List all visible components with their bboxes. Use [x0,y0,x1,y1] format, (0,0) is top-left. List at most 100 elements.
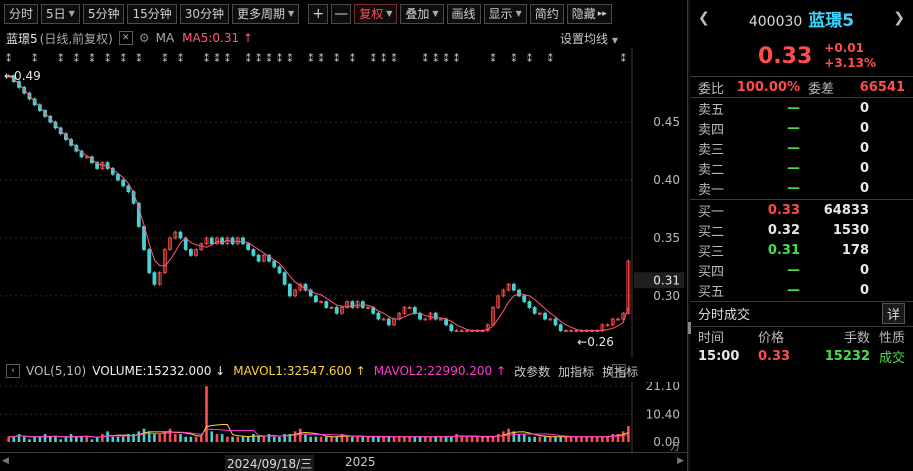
ma-settings-button[interactable]: 设置均线 ▼ [560,30,618,47]
volume-bar [554,436,557,442]
price-chart[interactable]: ⁑ ⁑ ⁑ ⁑ ⁑ ⁑ ⁑ ⁑ ⁑ ⁑ ⁑ ⁑ ⁑ ⁑ ⁑ ⁑ ⁑ ⁑ ⁑ ⁑ ⁑ ⁑ ⁑ ⁑ ⁑ ⁑ ⁑ ⁑ ⁑ ⁑ ⁑ ⁑ ⁑ ⁑ 0.450… [0,48,688,358]
bid-row: 买四 —0 [698,263,869,281]
chevron-down-icon: ▼ [611,35,618,45]
volume-bar [575,436,578,442]
event-marker-icon: ⁑ [89,52,94,65]
event-marker-icon: ⁑ [214,52,219,65]
volume-bar [590,436,594,442]
volume-bar [351,436,354,442]
bid-row: 买二 0.32 1530 [698,222,869,240]
close-icon[interactable]: ✕ [118,31,133,45]
fuquan-button[interactable]: 复权 ▼ [354,4,398,24]
ask-list: 卖五 —0 卖四 —0 卖三 —0 卖二 —0 卖一 —0 [690,98,913,199]
add-indicator-button[interactable]: 加指标 [558,363,594,380]
candle [386,318,391,326]
hide-button[interactable]: 隐藏 ▸▸ [566,4,612,24]
chevron-left-icon[interactable]: ❮ [698,10,710,26]
volume-bar [12,436,16,442]
volume-bar [38,436,42,442]
volume-bar [314,436,318,442]
chevron-right-icon[interactable]: ❯ [893,10,905,26]
event-marker-icon: ⁑ [527,52,532,65]
candle [256,254,261,262]
ma5-value: MA5:0.31 ↑ [182,31,254,45]
event-marker-icon: ⁑ [32,52,37,65]
volume-bar [377,436,380,442]
volume-info-row: ‹ VOL(5,10) VOLUME:15232.000 ↓ MAVOL1:32… [0,360,688,382]
ticks-columns: 时间 价格 手数 性质 [698,331,905,347]
volume-bar [111,436,115,442]
volume-bar [272,436,276,442]
mavol1-value: MAVOL1:32547.600 ↑ [233,364,366,378]
chevron-down-icon: ▼ [515,9,522,18]
gear-icon[interactable]: ⚙ [139,31,150,45]
volume-bar [408,436,411,442]
volume-bar [476,436,479,442]
volume-bar [455,434,458,442]
candle [360,301,365,308]
volume-bar [142,428,146,442]
event-marker-icon: ⁑ [490,52,495,65]
ticks-detail-button[interactable]: 详 [881,303,905,325]
volume-bar [22,436,26,442]
volume-bar [356,436,359,442]
volume-bar [48,436,52,442]
volume-bar [491,436,495,442]
volume-bar [137,431,141,442]
chevron-left-icon[interactable]: ‹ [6,364,20,378]
volume-bar [54,436,57,442]
volume-bar [69,434,73,442]
volume-bar [231,436,234,442]
volume-bar [548,436,552,442]
volume-tick-label: 10.40 [646,407,680,421]
overlay-button[interactable]: 叠加 ▼ [400,4,444,24]
zoom-in-button[interactable]: + [308,4,329,24]
scroll-right-icon[interactable]: ▶ [677,456,684,466]
event-marker-icon: ⁑ [6,52,11,65]
volume-bar [194,436,198,442]
volume-bar [621,431,625,442]
volume-bar [580,436,583,442]
candle [412,307,417,314]
event-marker-icon: ⁑ [621,52,626,65]
period-15min-button[interactable]: 15分钟 [127,4,177,24]
date-axis[interactable]: ◀ 2024/09/18/三 2025 ▶ [0,452,688,471]
period-5min-button[interactable]: 5分钟 [82,4,125,24]
candle [511,283,516,291]
vol-indicator-label: VOL(5,10) [26,364,87,378]
volume-bar [210,431,214,442]
last-price: 0.33 [758,43,813,69]
change-params-button[interactable]: 改参数 [514,363,550,380]
candle [517,289,521,297]
volume-bar [366,436,370,442]
event-marker-icon: ⁑ [444,52,449,65]
scroll-left-icon[interactable]: ◀ [2,456,9,466]
volume-bar [382,436,385,442]
draw-line-button[interactable]: 画线 [446,4,481,24]
display-button[interactable]: 显示 ▼ [483,4,527,24]
volume-bar [173,434,177,442]
volume-bar [262,436,266,442]
event-marker-icon: ⁑ [548,52,553,65]
period-fenshi-button[interactable]: 分时 [4,4,39,24]
volume-bar [392,436,396,442]
candle [147,249,152,274]
tick-row: 15:00 0.33 15232 成交 [698,349,905,367]
more-periods-button[interactable]: 更多周期 ▼ [232,4,300,24]
period-5day-button[interactable]: 5日 ▼ [41,4,80,24]
candle [376,312,381,320]
volume-bar [28,439,31,442]
simple-mode-button[interactable]: 简约 [529,4,564,24]
stock-name-label: 蓝璟5 [6,31,38,46]
event-marker-icon: ⁑ [423,52,428,65]
volume-bar [595,436,599,442]
double-chevron-right-icon: ▸▸ [597,9,607,19]
close-icon[interactable]: ✕ [612,364,626,378]
volume-chart[interactable]: 21.1010.400.00万 [0,382,688,452]
stock-code: 400030 [748,13,803,30]
period-30min-button[interactable]: 30分钟 [179,4,230,24]
volume-bar [309,436,312,442]
volume-bar [64,436,68,442]
volume-bar [627,426,630,442]
zoom-out-button[interactable]: — [331,4,352,24]
